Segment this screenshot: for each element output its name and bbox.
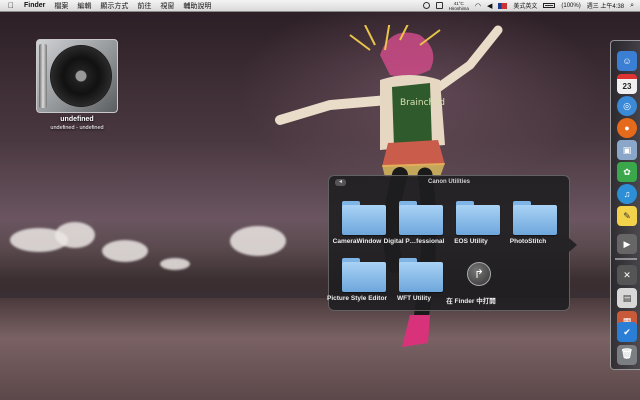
trash-icon[interactable]: 🗑	[617, 345, 637, 365]
safari-icon[interactable]: ◎	[617, 96, 637, 116]
case-spine	[39, 44, 47, 108]
us-flag-icon	[498, 2, 508, 9]
menu-bar:  Finder 檔案 編輯 顯示方式 前往 視窗 輔助說明 41°C Hiro…	[0, 0, 640, 12]
spotlight-icon[interactable]: ⌕	[630, 2, 634, 10]
menu-go[interactable]: 前往	[137, 1, 151, 11]
stack-item-wft-utility[interactable]: WFT Utility	[386, 258, 443, 304]
stack-item-picture-style-editor[interactable]: Picture Style Editor	[327, 258, 387, 304]
folder-icon	[456, 201, 500, 235]
volume-icon[interactable]: ◀	[487, 2, 492, 10]
folder-icon	[399, 201, 443, 235]
disc-image-icon[interactable]	[36, 39, 118, 113]
stack-item-digital-photo-professional[interactable]: Digital P…fessional	[384, 201, 444, 247]
utilities-icon[interactable]: ✕	[617, 265, 637, 285]
canon-utilities-stack-popup: ◂ Canon Utilities CameraWindow Digital P…	[327, 175, 577, 311]
cloud	[55, 222, 95, 248]
menu-help[interactable]: 輔助說明	[183, 1, 211, 11]
stack-pointer	[569, 238, 577, 252]
stack-item-photostitch[interactable]: PhotoStitch	[500, 201, 557, 247]
status-area: 41°C Hiroshima ◠ ◀ 美式英文 (100%) 週三 上午4:38…	[422, 0, 634, 11]
disc-sublabel: undefined - undefined	[50, 125, 104, 131]
menu-view[interactable]: 顯示方式	[100, 1, 128, 11]
menu-window[interactable]: 視窗	[160, 1, 174, 11]
text-app-icon[interactable]: ▤	[617, 288, 637, 308]
menu-edit[interactable]: 編輯	[77, 1, 91, 11]
canon-stack-icon[interactable]: ▶	[617, 234, 637, 254]
clock[interactable]: 週三 上午4:38	[587, 1, 624, 10]
folder-icon	[399, 258, 443, 292]
open-in-finder-label: 在 Finder 中打開	[446, 298, 496, 305]
folder-icon	[513, 201, 557, 235]
check-app-icon[interactable]: ✔	[617, 322, 637, 342]
folder-icon	[342, 258, 386, 292]
disc-label[interactable]: undefined	[20, 116, 134, 123]
time-machine-icon[interactable]	[422, 2, 430, 9]
stack-item-camerawindow[interactable]: CameraWindow	[329, 201, 386, 247]
open-in-finder-icon: ↱	[467, 262, 491, 286]
stickies-icon[interactable]: ✎	[617, 206, 637, 226]
stack-item-eos-utility[interactable]: EOS Utility	[443, 201, 500, 247]
firefox-icon[interactable]: ●	[617, 118, 637, 138]
stack-title: Canon Utilities	[427, 179, 470, 185]
menu-file[interactable]: 檔案	[54, 1, 68, 11]
preview-icon[interactable]: ▣	[617, 140, 637, 160]
open-in-finder-button[interactable]: ↱ 在 Finder 中打開	[443, 258, 499, 305]
weather-widget[interactable]: 41°C Hiroshima	[449, 1, 469, 11]
cloud	[160, 258, 190, 270]
sync-icon[interactable]	[435, 2, 443, 9]
cd-disc-icon	[50, 45, 112, 107]
input-method[interactable]: 美式英文	[513, 1, 537, 10]
weather-city: Hiroshima	[448, 5, 469, 11]
wifi-icon[interactable]: ◠	[475, 2, 481, 10]
app-green-icon[interactable]: ✿	[617, 162, 637, 182]
apple-menu-icon[interactable]: 	[6, 1, 16, 10]
cloud	[102, 240, 148, 262]
svg-text:Brainchild: Brainchild	[400, 98, 445, 108]
calendar-icon[interactable]: 23	[617, 74, 637, 94]
menu-finder[interactable]: Finder	[24, 2, 45, 9]
dock: ☺ 23 ◎ ● ▣ ✿ ♫ ✎ ▶ ✕ ▤ ▦ ✔ 🗑	[610, 40, 640, 370]
finder-icon[interactable]: ☺	[617, 51, 637, 71]
stack-item-label: PhotoStitch	[509, 238, 547, 245]
folder-icon	[342, 201, 386, 235]
dock-separator	[615, 258, 637, 260]
itunes-icon[interactable]: ♫	[617, 184, 637, 204]
battery-icon[interactable]	[543, 3, 556, 8]
battery-percent[interactable]: (100%)	[561, 3, 580, 9]
